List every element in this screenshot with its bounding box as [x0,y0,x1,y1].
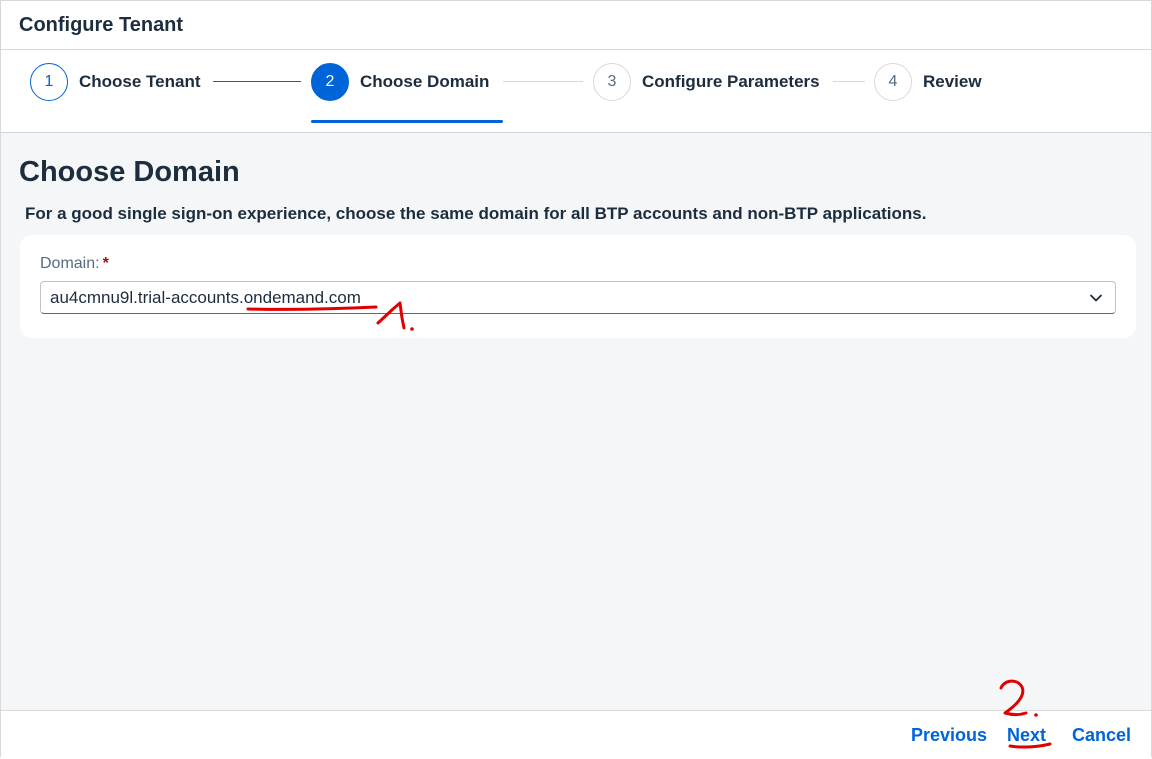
step-connector [833,81,865,82]
domain-label: Domain: * [40,255,109,273]
step-number: 1 [30,63,68,101]
dialog-footer: Previous Next Cancel [1,710,1151,759]
cancel-button[interactable]: Cancel [1072,725,1131,746]
next-button[interactable]: Next [1007,725,1046,746]
domain-select-value: au4cmnu9l.trial-accounts.ondemand.com [50,288,361,307]
step-label: Choose Tenant [79,72,201,91]
dialog-title: Configure Tenant [19,14,184,36]
step-label: Configure Parameters [642,72,820,91]
step-label: Choose Domain [360,72,490,91]
previous-button[interactable]: Previous [911,725,987,746]
step-connector [213,81,301,82]
configure-tenant-dialog: Configure Tenant 1 Choose Tenant 2 Choos… [0,0,1152,759]
chevron-down-icon[interactable] [1089,291,1103,305]
active-step-indicator [311,120,503,123]
domain-form-card: Domain: * au4cmnu9l.trial-accounts.ondema… [20,235,1136,338]
step-label: Review [923,72,982,91]
step-number: 3 [593,63,631,101]
step-number: 2 [311,63,349,101]
dialog-header: Configure Tenant [1,1,1151,50]
wizard-step-review: 4 Review [874,62,982,102]
required-marker: * [102,255,109,272]
page-description: For a good single sign-on experience, ch… [25,204,927,223]
wizard-step-configure-parameters: 3 Configure Parameters [593,62,820,102]
domain-label-text: Domain: [40,255,100,272]
step-connector [503,81,583,82]
wizard-step-choose-domain[interactable]: 2 Choose Domain [311,62,489,102]
wizard-content: Choose Domain For a good single sign-on … [1,133,1151,710]
page-title: Choose Domain [19,156,240,188]
step-number: 4 [874,63,912,101]
domain-select[interactable]: au4cmnu9l.trial-accounts.ondemand.com [40,281,1116,314]
wizard-step-choose-tenant[interactable]: 1 Choose Tenant [30,62,201,102]
wizard-progress-bar: 1 Choose Tenant 2 Choose Domain 3 Config… [1,50,1151,133]
